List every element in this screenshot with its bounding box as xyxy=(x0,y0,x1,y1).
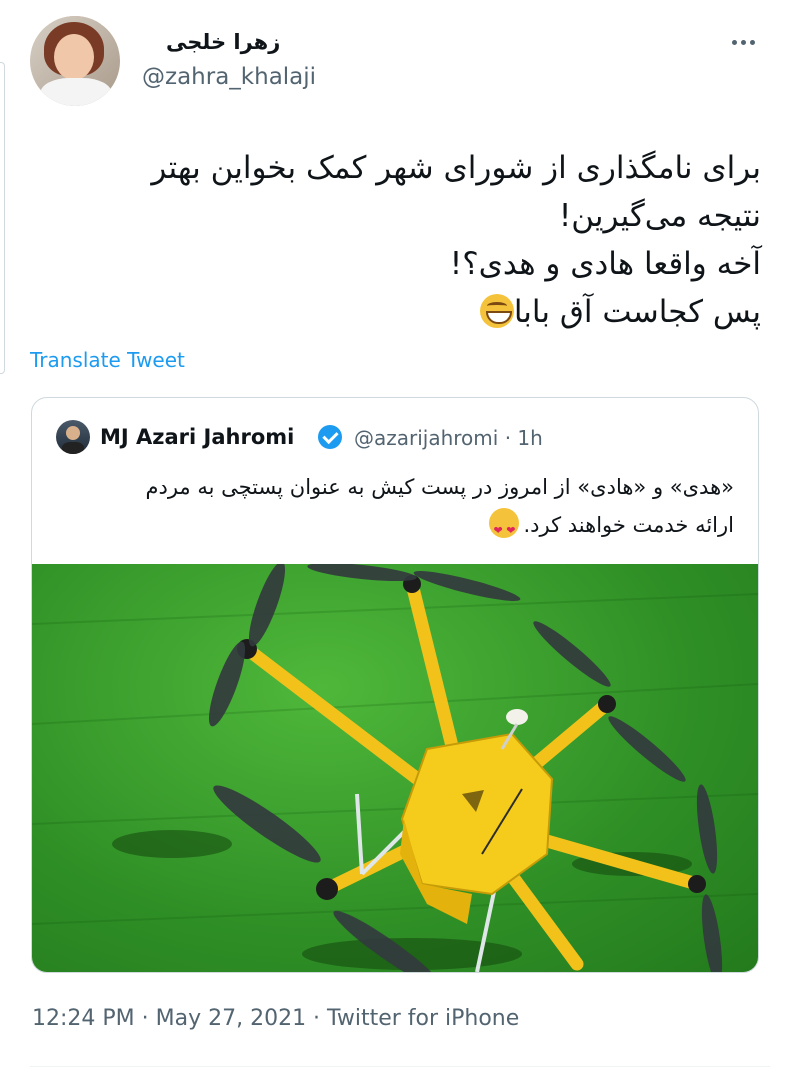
verified-badge-icon xyxy=(318,425,342,449)
translate-tweet-link[interactable]: Translate Tweet xyxy=(30,348,185,372)
drone-photo[interactable] xyxy=(32,564,758,972)
more-options-icon[interactable] xyxy=(726,32,760,52)
tweet-line: برای نامگذاری از شورای شهر کمک بخواین به… xyxy=(151,150,761,186)
author-avatar[interactable] xyxy=(30,16,120,106)
tweet-line: آخه واقعا هادی و هدی؟! xyxy=(449,246,761,282)
grinning-face-icon xyxy=(479,294,514,328)
divider xyxy=(30,1066,770,1067)
quoted-line-with-emoji: ارائه خدمت خواهند کرد. xyxy=(54,506,734,550)
quoted-tweet-text: «هدی» و «هادی» از امروز در پست کیش به عن… xyxy=(54,468,734,550)
tweet-line: نتیجه می‌گیرین! xyxy=(558,198,761,234)
tweet-header: زهرا خلجی @zahra_khalaji xyxy=(30,16,760,108)
author-display-name[interactable]: زهرا خلجی xyxy=(166,30,280,54)
quoted-tweet-card[interactable]: MJ Azari Jahromi @azarijahromi · 1h «هدی… xyxy=(31,397,759,973)
tweet-text: برای نامگذاری از شورای شهر کمک بخواین به… xyxy=(61,144,761,336)
quoted-line: «هدی» و «هادی» از امروز در پست کیش به عن… xyxy=(145,475,734,499)
quoted-author-avatar xyxy=(56,420,90,454)
tweet-line-with-emoji: پس کجاست آق بابا xyxy=(61,288,761,336)
tweet-timestamp[interactable]: 12:24 PM · May 27, 2021 · Twitter for iP… xyxy=(32,1006,519,1031)
quoted-author-name: MJ Azari Jahromi xyxy=(100,425,295,449)
quoted-handle-time: @azarijahromi · 1h xyxy=(354,426,543,450)
left-edge xyxy=(0,0,8,1080)
quoted-line: ارائه خدمت خواهند کرد. xyxy=(523,513,734,537)
heart-eyes-icon xyxy=(489,508,520,550)
scroll-indicator xyxy=(0,62,5,374)
author-handle[interactable]: @zahra_khalaji xyxy=(142,64,316,90)
tweet-line: پس کجاست آق بابا xyxy=(513,294,761,330)
